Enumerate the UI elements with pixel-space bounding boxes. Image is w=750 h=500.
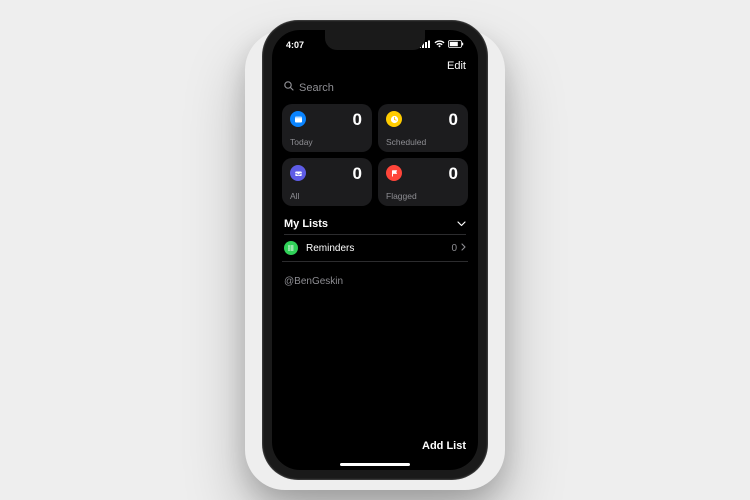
search-input[interactable]: Search <box>282 78 468 102</box>
wifi-icon <box>434 40 445 50</box>
card-flagged-count: 0 <box>449 164 458 184</box>
chevron-down-icon <box>457 218 466 230</box>
flag-icon <box>386 165 402 181</box>
phone-frame: 4:07 Edit <box>262 20 488 480</box>
card-all[interactable]: 0 All <box>282 158 372 206</box>
list-bullet-icon <box>284 241 298 255</box>
card-scheduled-label: Scheduled <box>386 137 426 147</box>
card-scheduled[interactable]: 0 Scheduled <box>378 104 468 152</box>
card-flagged[interactable]: 0 Flagged <box>378 158 468 206</box>
clock-icon <box>386 111 402 127</box>
add-list-button[interactable]: Add List <box>422 440 466 452</box>
list-item-count: 0 <box>451 243 457 254</box>
card-flagged-label: Flagged <box>386 191 417 201</box>
card-all-count: 0 <box>353 164 362 184</box>
status-time: 4:07 <box>286 40 304 50</box>
inbox-icon <box>290 165 306 181</box>
home-indicator[interactable] <box>340 463 410 466</box>
section-title: My Lists <box>284 218 328 230</box>
screen: 4:07 Edit <box>272 30 478 470</box>
credit-text: @BenGeskin <box>282 276 468 287</box>
card-today-count: 0 <box>353 110 362 130</box>
card-scheduled-count: 0 <box>449 110 458 130</box>
card-today[interactable]: 0 Today <box>282 104 372 152</box>
battery-icon <box>448 40 464 50</box>
card-all-label: All <box>290 191 299 201</box>
edit-button[interactable]: Edit <box>447 60 466 72</box>
search-icon <box>284 81 294 94</box>
list-item-reminders[interactable]: Reminders 0 <box>282 235 468 262</box>
card-today-label: Today <box>290 137 313 147</box>
my-lists-header[interactable]: My Lists <box>282 218 468 234</box>
chevron-right-icon <box>461 243 466 254</box>
notch <box>325 30 425 50</box>
search-placeholder: Search <box>299 82 334 94</box>
list-item-name: Reminders <box>306 243 451 254</box>
calendar-today-icon <box>290 111 306 127</box>
